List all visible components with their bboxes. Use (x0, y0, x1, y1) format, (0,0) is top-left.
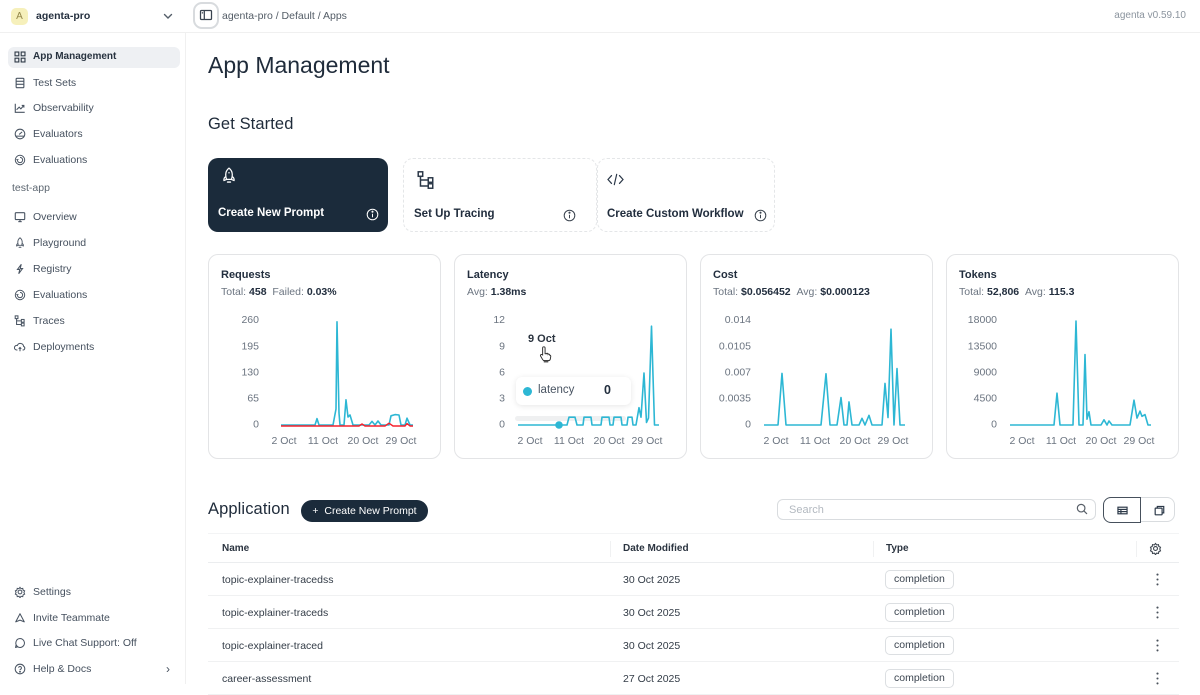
svg-text:0.0105: 0.0105 (719, 341, 751, 353)
svg-text:130: 130 (241, 367, 259, 379)
svg-text:65: 65 (247, 393, 259, 405)
svg-text:13500: 13500 (968, 341, 997, 353)
svg-text:18000: 18000 (968, 314, 997, 326)
svg-text:195: 195 (241, 341, 259, 353)
svg-text:11 Oct: 11 Oct (1046, 435, 1076, 447)
svg-text:0.007: 0.007 (725, 367, 751, 379)
svg-text:11 Oct: 11 Oct (800, 435, 830, 447)
svg-text:9000: 9000 (974, 367, 998, 379)
svg-text:0: 0 (253, 419, 259, 431)
svg-text:6: 6 (499, 367, 505, 379)
svg-text:0.0035: 0.0035 (719, 393, 751, 405)
svg-text:0: 0 (499, 419, 505, 431)
svg-text:9: 9 (499, 341, 505, 353)
svg-text:2 Oct: 2 Oct (1009, 435, 1034, 447)
svg-text:20 Oct: 20 Oct (1086, 435, 1117, 447)
svg-text:0: 0 (991, 419, 997, 431)
svg-text:12: 12 (493, 314, 505, 326)
svg-text:4500: 4500 (974, 393, 998, 405)
svg-text:2 Oct: 2 Oct (517, 435, 542, 447)
svg-text:260: 260 (241, 314, 259, 326)
svg-text:11 Oct: 11 Oct (554, 435, 584, 447)
svg-text:11 Oct: 11 Oct (308, 435, 338, 447)
svg-text:2 Oct: 2 Oct (763, 435, 788, 447)
svg-text:0: 0 (745, 419, 751, 431)
svg-text:2 Oct: 2 Oct (271, 435, 296, 447)
svg-text:29 Oct: 29 Oct (1124, 435, 1155, 447)
svg-text:29 Oct: 29 Oct (632, 435, 663, 447)
svg-text:20 Oct: 20 Oct (348, 435, 379, 447)
svg-text:3: 3 (499, 393, 505, 405)
svg-text:20 Oct: 20 Oct (840, 435, 871, 447)
svg-text:20 Oct: 20 Oct (594, 435, 625, 447)
svg-text:29 Oct: 29 Oct (386, 435, 417, 447)
svg-text:0.014: 0.014 (725, 314, 751, 326)
svg-text:29 Oct: 29 Oct (878, 435, 909, 447)
